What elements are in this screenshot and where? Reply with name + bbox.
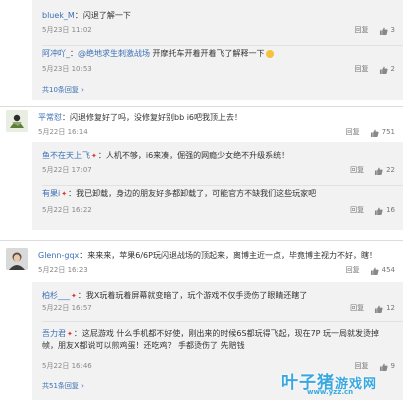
reply-text: 我X玩着玩着屏幕就变暗了，玩个游戏不仅手烫伤了眼睛还瞎了 xyxy=(85,291,308,300)
reply-button[interactable]: 回复 xyxy=(355,26,369,35)
like-count: 12 xyxy=(386,304,395,312)
thumbs-up-icon xyxy=(370,128,379,137)
mention-link[interactable]: @绝地求生刺激战场 xyxy=(78,49,150,58)
reply-author[interactable]: bluek_M xyxy=(42,11,75,20)
comment-item: Glenn-gqx：来来来，苹果6/6P玩闪退战场的顶起来，离博主近一点，毕竟博… xyxy=(0,244,403,280)
reply-date: 5月23日 10:53 xyxy=(42,65,92,73)
reply-author[interactable]: 柏杉___ xyxy=(42,291,70,300)
thumbs-up-icon xyxy=(379,26,388,35)
like-count: 454 xyxy=(381,266,395,274)
comment-date: 5月22日 16:14 xyxy=(38,128,88,136)
avatar-image xyxy=(6,110,28,132)
like-button[interactable]: 16 xyxy=(374,206,395,216)
like-button[interactable]: 12 xyxy=(374,304,395,314)
more-replies-link[interactable]: 共51条回复 › xyxy=(42,382,84,391)
reply-button[interactable]: 回复 xyxy=(350,166,364,175)
reply-actions: 回复 16 xyxy=(350,206,395,216)
comment-author[interactable]: Glenn-gqx xyxy=(38,251,79,260)
reply-author[interactable]: 有果i xyxy=(42,189,60,198)
reply-button[interactable]: 回复 xyxy=(350,304,364,313)
avatar[interactable] xyxy=(6,248,28,270)
vip-badge-icon: ✦ xyxy=(67,330,73,338)
comment-author[interactable]: 平常怼 xyxy=(38,113,62,122)
thumbs-up-icon xyxy=(370,266,379,275)
reply-item: 鱼不在天上飞✦：人机不够，i6来凑，倔强的网瘾少女绝不升级系统！ 5月22日 1… xyxy=(32,142,403,186)
comment-actions: 回复 751 xyxy=(346,128,395,138)
reply-button[interactable]: 回复 xyxy=(350,206,364,215)
reply-actions: 回复 3 xyxy=(355,26,395,36)
reply-text: 闪退了解一下 xyxy=(82,11,131,20)
reply-text: 开摩托车开着开着飞了解释一下 xyxy=(150,49,265,58)
thumbs-up-icon xyxy=(379,65,388,74)
reply-button[interactable]: 回复 xyxy=(355,65,369,74)
reply-author[interactable]: 鱼不在天上飞 xyxy=(42,151,90,160)
reply-date: 5月22日 16:46 xyxy=(42,362,92,370)
more-replies-link[interactable]: 共10条回复 › xyxy=(42,86,84,95)
site-watermark: 叶子猪游戏网 www.yzz.cn xyxy=(279,368,399,398)
avatar[interactable] xyxy=(6,110,28,132)
reply-text: 我已卸载，身边的朋友好多都卸载了，可能官方不缺我们这些玩家吧 xyxy=(76,189,317,198)
reply-item: 有果i✦：我已卸载，身边的朋友好多都卸载了，可能官方不缺我们这些玩家吧 5月22… xyxy=(42,189,395,216)
thumbs-up-icon xyxy=(375,206,383,215)
reply-button[interactable]: 回复 xyxy=(346,128,360,137)
vip-badge-icon: ✦ xyxy=(91,152,97,160)
like-button[interactable]: 2 xyxy=(379,65,395,75)
smile-emoji-icon xyxy=(265,49,274,58)
divider xyxy=(0,240,403,241)
comment-item: 平常怼：闪退修复好了吗，没修复好别bb i6吧我顶上去！ 5月22日 16:14… xyxy=(0,108,403,142)
reply-actions: 回复 12 xyxy=(350,304,395,314)
reply-date: 5月23日 11:02 xyxy=(42,26,92,34)
reply-date: 5月22日 16:57 xyxy=(42,304,92,312)
like-count: 16 xyxy=(386,206,395,214)
like-button[interactable]: 751 xyxy=(370,128,395,138)
reply-author[interactable]: 吾力君 xyxy=(42,329,66,338)
reply-text: 这屁游戏 什么手机都不好使，刚出来的时候6S都玩得飞起，现在7P 玩一局就发烫掉… xyxy=(42,329,380,350)
vip-badge-icon: ✦ xyxy=(61,190,68,198)
like-count: 751 xyxy=(381,128,395,136)
divider xyxy=(0,106,403,107)
reply-text: 人机不够，i6来凑，倔强的网瘾少女绝不升级系统！ xyxy=(105,151,290,160)
like-count: 22 xyxy=(386,166,395,174)
comment-text: 闪退修复好了吗，没修复好别bb i6吧我顶上去！ xyxy=(70,113,243,122)
like-count: 3 xyxy=(390,26,395,34)
thumbs-up-icon xyxy=(375,166,383,175)
reply-button[interactable]: 回复 xyxy=(346,266,360,275)
comment-text: 来来来，苹果6/6P玩闪退战场的顶起来，离博主近一点，毕竟博主视力不好，瞎！ xyxy=(87,251,377,260)
like-button[interactable]: 454 xyxy=(370,266,395,276)
reply-actions: 回复 2 xyxy=(355,65,395,75)
reply-item: bluek_M：闪退了解一下 5月23日 11:02 回复 3 xyxy=(32,0,403,46)
comment-date: 5月22日 16:23 xyxy=(38,266,88,274)
comment-actions: 回复 454 xyxy=(346,266,395,276)
reply-date: 5月22日 17:07 xyxy=(42,166,92,174)
vip-badge-icon: ✦ xyxy=(71,292,77,300)
reply-list: 鱼不在天上飞✦：人机不够，i6来凑，倔强的网瘾少女绝不升级系统！ 5月22日 1… xyxy=(32,142,403,230)
reply-date: 5月22日 16:22 xyxy=(42,206,92,214)
like-count: 2 xyxy=(390,65,395,73)
avatar-image xyxy=(6,248,28,270)
reply-author[interactable]: 阿冲吖_ xyxy=(42,49,70,58)
like-button[interactable]: 3 xyxy=(379,26,395,36)
thumbs-up-icon xyxy=(375,304,383,313)
reply-actions: 回复 22 xyxy=(350,166,395,176)
like-button[interactable]: 22 xyxy=(374,166,395,176)
reply-item: 阿冲吖_：@绝地求生刺激战场 开摩托车开着开着飞了解释一下 5月23日 10:5… xyxy=(42,49,395,75)
reply-item: 柏杉___✦：我X玩着玩着屏幕就变暗了，玩个游戏不仅手烫伤了眼睛还瞎了 5月22… xyxy=(32,282,403,322)
watermark-url: www.yzz.cn xyxy=(307,388,354,396)
reply-list: bluek_M：闪退了解一下 5月23日 11:02 回复 3 阿冲吖_：@绝地求… xyxy=(32,0,403,100)
